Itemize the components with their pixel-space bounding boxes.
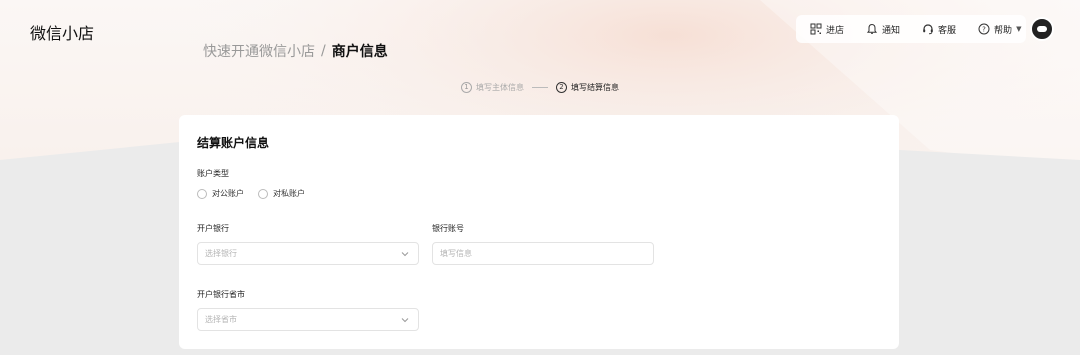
help-dropdown[interactable]: ? 帮助 ▼ xyxy=(978,23,1021,36)
help-icon: ? xyxy=(978,23,990,35)
user-avatar[interactable] xyxy=(1030,17,1054,41)
radio-circle-icon xyxy=(258,188,268,199)
account-number-placeholder: 填写信息 xyxy=(440,249,472,258)
breadcrumb-separator: / xyxy=(321,43,326,59)
radio-corporate-label: 对公账户 xyxy=(212,189,244,198)
step-2-number: 2 xyxy=(556,81,567,93)
step-2-label: 填写结算信息 xyxy=(571,82,619,92)
store-qr-icon xyxy=(810,23,822,35)
bell-icon xyxy=(866,23,878,34)
breadcrumb-current: 商户信息 xyxy=(331,44,388,60)
chevron-down-icon xyxy=(401,318,409,323)
progress-steps: 1 填写主体信息 2 填写结算信息 xyxy=(461,80,619,94)
caret-down-icon: ▼ xyxy=(1016,25,1022,33)
notification-label: 通知 xyxy=(882,25,901,36)
bank-province-label: 开户银行省市 xyxy=(197,290,245,299)
step-1-label: 填写主体信息 xyxy=(476,82,524,92)
top-toolbar: 进店 通知 客服 ? 帮助 ▼ xyxy=(796,15,1026,43)
notification-button[interactable]: 通知 xyxy=(866,23,900,36)
step-2[interactable]: 2 填写结算信息 xyxy=(556,81,619,93)
enter-store-button[interactable]: 进店 xyxy=(810,23,844,36)
breadcrumb: 快速开通微信小店 / 商户信息 xyxy=(203,41,388,61)
svg-text:?: ? xyxy=(982,26,986,34)
enter-store-label: 进店 xyxy=(826,25,845,36)
account-type-label: 账户类型 xyxy=(197,169,229,178)
account-type-radio-group: 对公账户 对私账户 xyxy=(197,188,319,199)
breadcrumb-parent[interactable]: 快速开通微信小店 xyxy=(203,41,315,61)
headset-icon xyxy=(923,24,933,35)
radio-circle-icon xyxy=(197,188,207,199)
settlement-account-card: 结算账户信息 账户类型 对公账户 对私账户 开户银行 选择银行 银行账号 填写信… xyxy=(179,115,899,349)
radio-personal-account[interactable]: 对私账户 xyxy=(258,188,305,199)
customer-service-button[interactable]: 客服 xyxy=(922,23,956,36)
bank-select-placeholder: 选择银行 xyxy=(205,249,237,258)
radio-personal-label: 对私账户 xyxy=(273,189,305,198)
province-select-placeholder: 选择省市 xyxy=(205,315,237,324)
province-select[interactable]: 选择省市 xyxy=(197,308,419,331)
chevron-down-icon xyxy=(401,252,409,257)
account-number-input[interactable]: 填写信息 xyxy=(432,242,654,265)
app-logo[interactable]: 微信小店 xyxy=(30,20,94,44)
customer-service-label: 客服 xyxy=(938,25,957,36)
step-1[interactable]: 1 填写主体信息 xyxy=(461,81,524,93)
step-1-number: 1 xyxy=(461,81,472,93)
avatar-logo-icon xyxy=(1037,26,1047,32)
help-label: 帮助 xyxy=(994,25,1013,36)
bank-select[interactable]: 选择银行 xyxy=(197,242,419,265)
card-title: 结算账户信息 xyxy=(197,136,270,150)
radio-corporate-account[interactable]: 对公账户 xyxy=(197,188,244,199)
bank-label: 开户银行 xyxy=(197,224,229,233)
step-connector xyxy=(532,86,548,88)
account-number-label: 银行账号 xyxy=(432,224,464,233)
